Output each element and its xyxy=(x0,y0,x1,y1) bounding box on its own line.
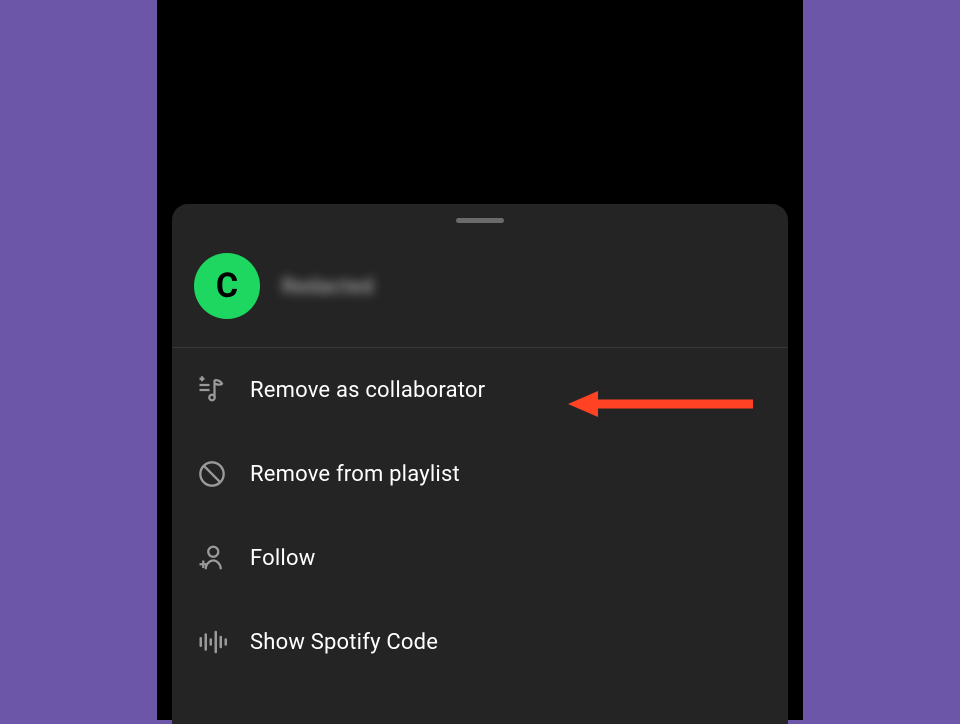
add-user-icon xyxy=(196,542,228,574)
menu-item-show-spotify-code[interactable]: Show Spotify Code xyxy=(172,600,788,684)
menu-item-remove-from-playlist[interactable]: Remove from playlist xyxy=(172,432,788,516)
ban-icon xyxy=(196,458,228,490)
menu-label: Remove from playlist xyxy=(250,462,460,487)
menu-item-follow[interactable]: Follow xyxy=(172,516,788,600)
menu-list: Remove as collaborator Remove from playl… xyxy=(172,348,788,684)
add-to-playlist-icon xyxy=(196,374,228,406)
menu-label: Show Spotify Code xyxy=(250,630,438,655)
menu-item-remove-collaborator[interactable]: Remove as collaborator xyxy=(172,348,788,432)
soundwave-icon xyxy=(196,626,228,658)
user-header: C Redacted xyxy=(172,223,788,348)
phone-screen: C Redacted xyxy=(172,0,788,720)
user-name: Redacted xyxy=(282,274,374,298)
menu-label: Follow xyxy=(250,546,315,571)
avatar[interactable]: C xyxy=(194,253,260,319)
avatar-letter: C xyxy=(216,266,238,306)
bottom-sheet: C Redacted xyxy=(172,204,788,724)
phone-frame: C Redacted xyxy=(157,0,803,720)
menu-label: Remove as collaborator xyxy=(250,378,485,403)
